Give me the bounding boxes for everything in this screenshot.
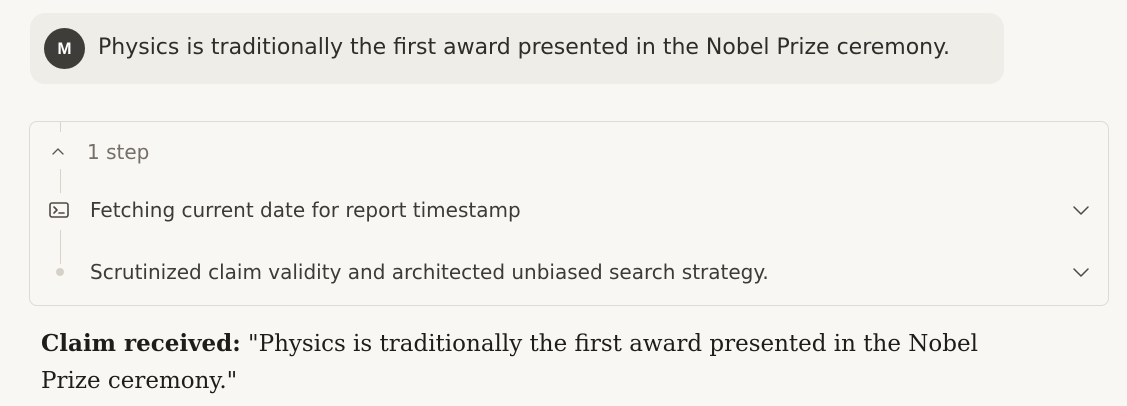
step-item-fetch-date[interactable]: Fetching current date for report timesta…: [48, 193, 1090, 227]
steps-panel: 1 step Fetching current date for report …: [29, 121, 1109, 306]
terminal-icon: [49, 202, 69, 218]
chevron-down-icon[interactable]: [1072, 201, 1090, 219]
steps-toggle-button[interactable]: 1 step: [48, 139, 149, 165]
step-label: Scrutinized claim validity and architect…: [90, 260, 769, 284]
step-count: 1 step: [87, 140, 150, 164]
avatar: M: [44, 28, 85, 69]
user-message-bubble: M Physics is traditionally the first awa…: [30, 13, 1004, 84]
chevron-up-icon: [52, 148, 64, 155]
assistant-response: Claim received: "Physics is traditionall…: [41, 325, 1041, 400]
timeline-line-middle: [60, 169, 61, 193]
chevron-down-icon[interactable]: [1072, 263, 1090, 281]
step-item-search-strategy[interactable]: Scrutinized claim validity and architect…: [48, 255, 1090, 289]
step-label: Fetching current date for report timesta…: [90, 198, 521, 222]
response-lead: Claim received:: [41, 330, 241, 357]
user-message-text: Physics is traditionally the first award…: [98, 35, 951, 60]
dot-icon: [56, 268, 64, 276]
timeline-line-top: [60, 122, 61, 132]
